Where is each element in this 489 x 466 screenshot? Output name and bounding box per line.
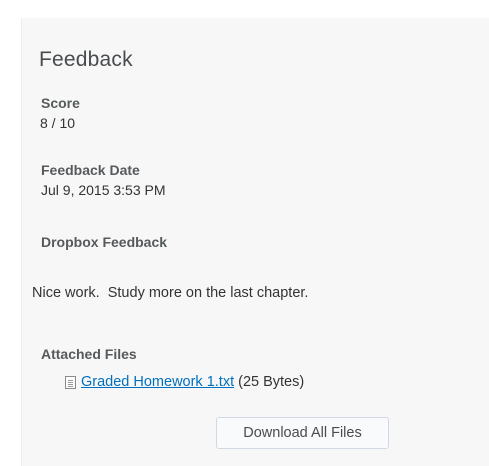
feedback-heading: Feedback	[39, 48, 133, 71]
feedback-comment: Nice work. Study more on the last chapte…	[32, 285, 309, 301]
feedback-panel: Feedback Score 8 / 10 Feedback Date Jul …	[21, 18, 489, 466]
download-all-files-button[interactable]: Download All Files	[216, 417, 389, 449]
dropbox-feedback-label: Dropbox Feedback	[41, 234, 168, 250]
score-value: 8 / 10	[40, 115, 76, 131]
attached-files-label: Attached Files	[41, 346, 137, 362]
text-file-icon	[65, 375, 76, 389]
score-label: Score	[41, 95, 80, 111]
feedback-date-value: Jul 9, 2015 3:53 PM	[41, 182, 166, 198]
attached-file-row: Graded Homework 1.txt (25 Bytes)	[65, 374, 304, 390]
attached-file-link[interactable]: Graded Homework 1.txt	[81, 374, 234, 390]
attached-file-size: (25 Bytes)	[238, 374, 305, 390]
feedback-date-label: Feedback Date	[41, 162, 140, 178]
